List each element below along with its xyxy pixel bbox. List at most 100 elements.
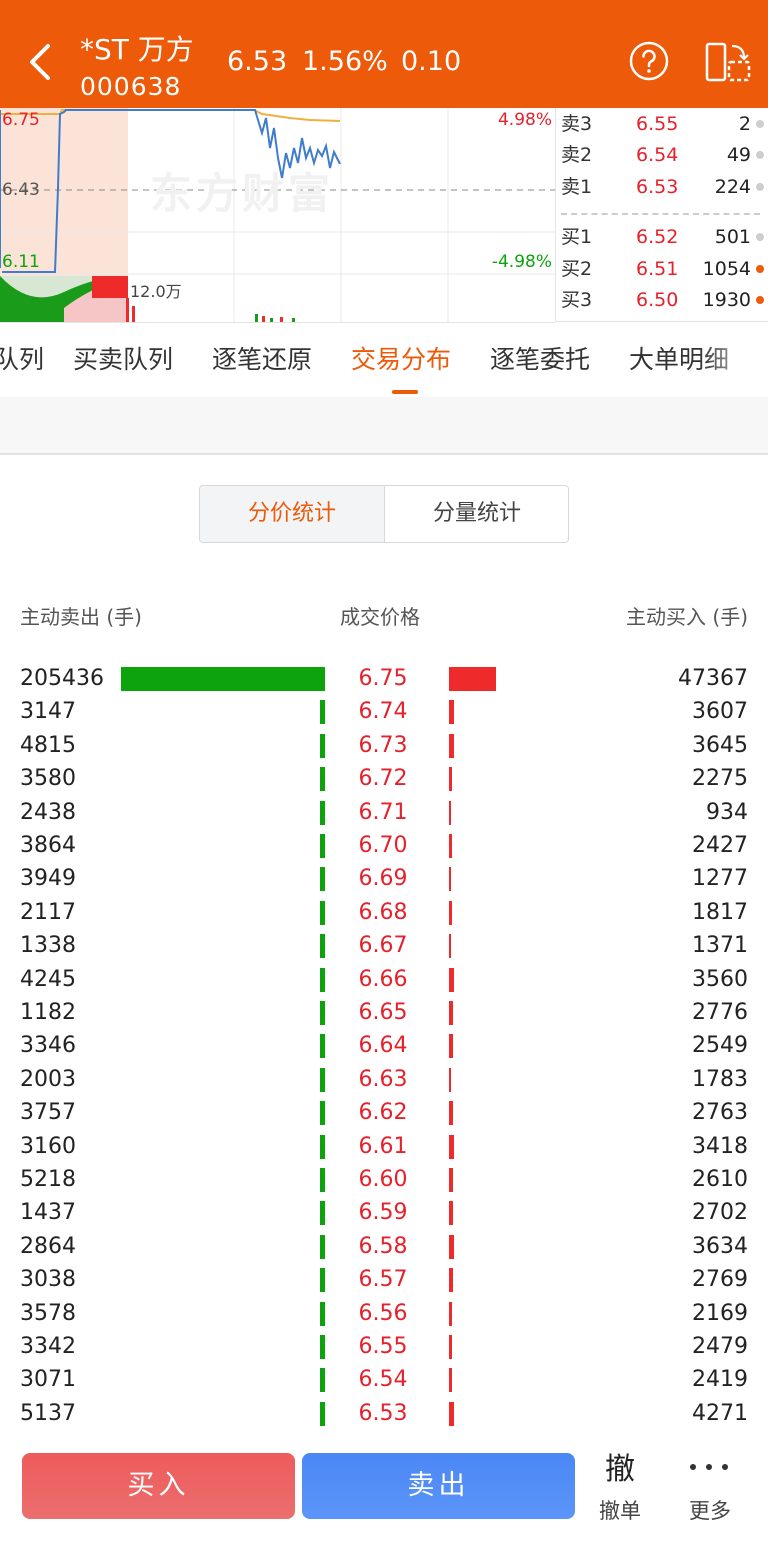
cancel-order-label[interactable]: 撤单 (590, 1495, 650, 1525)
sell-bar (320, 934, 325, 959)
trade-price: 6.63 (358, 1066, 408, 1092)
buy-bar (449, 1001, 453, 1025)
tab-tick-replay[interactable]: 逐笔还原 (212, 344, 312, 376)
stats-segment-control: 分价统计 分量统计 (199, 485, 569, 543)
sell-bar (320, 700, 325, 725)
trade-price: 6.65 (358, 1000, 408, 1025)
sell-bar (320, 1401, 325, 1426)
sell-bar (320, 1368, 325, 1393)
table-row[interactable]: 2003 6.63 1783 (0, 1063, 768, 1096)
table-row[interactable]: 1182 6.65 2776 (0, 996, 768, 1029)
table-row[interactable]: 3071 6.54 2419 (0, 1363, 768, 1396)
sell-bar (320, 767, 325, 792)
buy-volume: 1277 (692, 866, 748, 892)
trade-price: 6.70 (358, 833, 408, 858)
ask-3-price: 6.55 (636, 113, 679, 135)
volume-stats-button[interactable]: 分量统计 (385, 486, 568, 542)
table-row[interactable]: 5137 6.53 4271 (0, 1397, 768, 1430)
sell-bar (320, 1067, 325, 1092)
table-row[interactable]: 3580 6.72 2275 (0, 762, 768, 795)
tab-bid-ask-queue[interactable]: 买卖队列 (73, 344, 173, 376)
tab-tick-orders[interactable]: 逐笔委托 (490, 344, 590, 376)
table-row[interactable]: 4245 6.66 3560 (0, 963, 768, 996)
bid-3-row[interactable]: 买3 6.50 1930 (556, 285, 768, 315)
more-icon[interactable] (690, 1464, 728, 1474)
trade-price: 6.71 (358, 799, 408, 825)
tab-queue[interactable]: 队列 (0, 344, 44, 376)
buy-column-header: 主动买入 (手) (626, 605, 748, 629)
buy-button[interactable]: 买入 (22, 1453, 295, 1519)
bid-1-row[interactable]: 买1 6.52 501 (556, 222, 768, 252)
trade-price: 6.61 (358, 1133, 408, 1159)
table-row[interactable]: 2864 6.58 3634 (0, 1230, 768, 1263)
table-row[interactable]: 3342 6.55 2479 (0, 1330, 768, 1363)
buy-volume: 1371 (692, 933, 748, 959)
buy-bar (449, 1268, 453, 1293)
table-row[interactable]: 1338 6.67 1371 (0, 929, 768, 962)
buy-volume: 2763 (692, 1100, 748, 1126)
help-icon[interactable] (629, 41, 669, 81)
table-row[interactable]: 3757 6.62 2763 (0, 1096, 768, 1129)
table-row[interactable]: 3038 6.57 2769 (0, 1263, 768, 1296)
table-row[interactable]: 205436 6.75 47367 (0, 662, 768, 695)
bid-2-price: 6.51 (636, 258, 679, 280)
trade-price: 6.58 (358, 1233, 408, 1259)
price-stats-button[interactable]: 分价统计 (200, 486, 385, 542)
bid-3-dot-icon (756, 296, 764, 304)
ask-3-volume: 2 (738, 113, 751, 135)
cancel-order-icon[interactable]: 撤 (598, 1452, 642, 1488)
buy-volume: 3418 (692, 1133, 748, 1159)
landscape-toggle-icon[interactable] (704, 40, 752, 84)
price-distribution-table[interactable]: 205436 6.75 47367 3147 6.74 3607 4815 6.73 3645 3… (0, 662, 768, 1440)
sell-bar (320, 1234, 325, 1259)
bid-3-price: 6.50 (636, 289, 679, 311)
detail-tabs: 队列 买卖队列 逐笔还原 交易分布 逐笔委托 大单明细 (0, 322, 768, 398)
buy-bar (449, 1301, 452, 1326)
trade-price: 6.64 (358, 1033, 408, 1059)
ask-3-dot-icon (756, 120, 764, 128)
back-arrow-icon[interactable] (22, 40, 62, 84)
buy-bar (449, 1335, 453, 1359)
sell-bar (320, 733, 325, 758)
ask-2-row[interactable]: 卖2 6.54 49 (556, 140, 768, 170)
more-label[interactable]: 更多 (680, 1495, 740, 1525)
bid-2-row[interactable]: 买2 6.51 1054 (556, 254, 768, 284)
bid-2-volume: 1054 (702, 258, 751, 280)
ask-3-row[interactable]: 卖3 6.55 2 (556, 109, 768, 139)
table-row[interactable]: 3160 6.61 3418 (0, 1130, 768, 1163)
section-separator (0, 397, 768, 455)
table-row[interactable]: 4815 6.73 3645 (0, 729, 768, 762)
sell-button[interactable]: 卖出 (302, 1453, 575, 1519)
buy-bar (449, 733, 454, 758)
sell-volume: 3342 (20, 1334, 76, 1359)
buy-volume: 2702 (692, 1200, 748, 1226)
change-percent: 1.56% (302, 46, 388, 77)
intraday-chart[interactable]: 东方财富 6.75 6.43 6.11 4.98% -4.98% 12.0万 (0, 108, 555, 323)
table-row[interactable]: 3346 6.64 2549 (0, 1029, 768, 1062)
bid-2-label: 买2 (561, 258, 593, 280)
trade-price: 6.54 (358, 1367, 408, 1393)
buy-volume: 2169 (692, 1300, 748, 1326)
table-row[interactable]: 3147 6.74 3607 (0, 695, 768, 728)
table-row[interactable]: 2438 6.71 934 (0, 796, 768, 829)
table-row[interactable]: 3864 6.70 2427 (0, 829, 768, 862)
sell-volume: 3949 (20, 866, 76, 892)
table-row[interactable]: 5218 6.60 2610 (0, 1163, 768, 1196)
buy-volume: 2479 (692, 1334, 748, 1359)
table-row[interactable]: 3949 6.69 1277 (0, 862, 768, 895)
sell-volume: 1338 (20, 933, 76, 959)
table-row[interactable]: 1437 6.59 2702 (0, 1196, 768, 1229)
stock-name: *ST 万方 (80, 33, 194, 66)
trade-price: 6.75 (358, 666, 408, 691)
ask-1-row[interactable]: 卖1 6.53 224 (556, 172, 768, 202)
buy-volume: 47367 (678, 666, 748, 691)
tab-trade-distribution[interactable]: 交易分布 (351, 344, 451, 376)
ask-2-price: 6.54 (636, 144, 679, 166)
buy-bar (449, 867, 451, 892)
trade-price: 6.72 (358, 766, 408, 792)
trade-price: 6.57 (358, 1267, 408, 1293)
table-row[interactable]: 3578 6.56 2169 (0, 1297, 768, 1330)
buy-bar (449, 1201, 453, 1226)
table-row[interactable]: 2117 6.68 1817 (0, 896, 768, 929)
sell-bar (320, 1101, 325, 1126)
